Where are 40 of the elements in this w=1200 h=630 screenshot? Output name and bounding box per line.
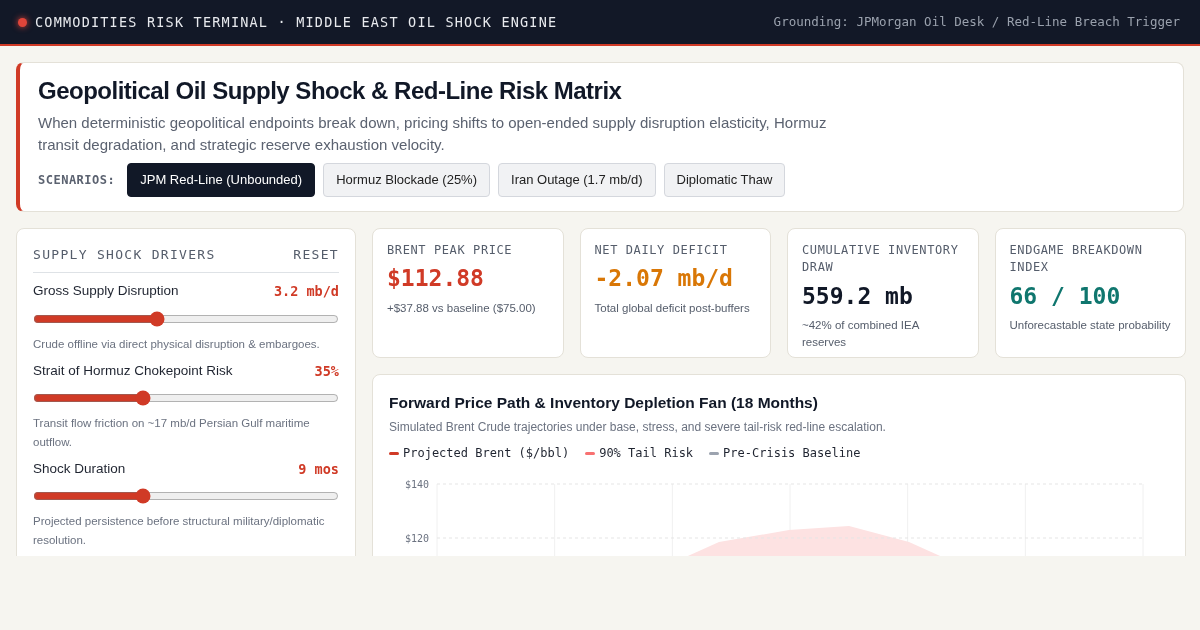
grounding-text: Grounding: JPMorgan Oil Desk / Red-Line Breach Trigger xyxy=(773,12,1180,31)
y-axis-label: $120 xyxy=(404,533,429,545)
kpi-note: ~42% of combined IEA reserves xyxy=(802,318,921,351)
chart-title: Forward Price Path & Inventory Depletion Fan (18 Months) xyxy=(389,392,819,413)
app-title: COMMODITIES RISK TERMINAL · MIDDLE EAST OIL SHOCK ENGINE xyxy=(35,12,558,32)
kpi-note: Total global deficit post-buffers xyxy=(594,300,751,316)
kpi-value: 559.2 mb xyxy=(802,281,914,311)
page-description: When deterministic geopolitical endpoints break down, pricing shifts to open-ended supply disruption elasticity, Hormuz transit degradation, and strategic reserve exhaustion velocity. xyxy=(38,112,828,155)
chart-subtitle: Simulated Brent Crude trajectories under base, stress, and severe tail-risk red-line escalation. xyxy=(389,419,887,437)
scenario-tab[interactable]: Iran Outage (1.7 mb/d) xyxy=(498,163,656,197)
page-title: Geopolitical Oil Supply Shock & Red-Line Risk Matrix xyxy=(38,77,623,106)
slider-note: Transit flow friction on ~17 mb/d Persian Gulf maritime outflow. xyxy=(33,416,311,450)
status-dot-icon xyxy=(18,17,27,27)
panel-title: SUPPLY SHOCK DRIVERS xyxy=(33,245,216,264)
slider-label: Gross Supply Disruption xyxy=(33,282,179,301)
legend-label: Pre-Crisis Baseline xyxy=(723,445,861,463)
kpi-label: ENDGAME BREAKDOWN INDEX xyxy=(1009,241,1144,277)
kpi-note: +$37.88 vs baseline ($75.00) xyxy=(387,300,537,316)
slider-reading: 9 mos xyxy=(298,459,339,479)
slider-note: Projected persistence before structural military/diplomatic resolution. xyxy=(33,514,326,548)
slider-reading: 3.2 mb/d xyxy=(273,282,339,302)
kpi-note: Unforecastable state probability xyxy=(1009,318,1171,334)
y-axis-label: $140 xyxy=(404,479,429,491)
kpi-value: 66 / 100 xyxy=(1009,281,1122,311)
kpi-label: NET DAILY DEFICIT xyxy=(594,241,729,259)
legend-label: Projected Brent ($/bbl) xyxy=(403,445,570,463)
kpi-value: -2.07 mb/d xyxy=(594,264,734,294)
slider-label: Shock Duration xyxy=(33,459,126,478)
scenario-tab[interactable]: Diplomatic Thaw xyxy=(663,163,786,197)
reset-link[interactable]: RESET xyxy=(293,244,339,265)
slider-label: Strait of Hormuz Chokepoint Risk xyxy=(33,361,233,380)
scenarios-label: SCENARIOS: xyxy=(38,172,116,190)
slider-reading: 35% xyxy=(314,361,339,381)
kpi-label: BRENT PEAK PRICE xyxy=(387,241,514,259)
scenario-tab[interactable]: Hormuz Blockade (25%) xyxy=(323,163,490,197)
kpi-value: $112.88 xyxy=(387,264,485,294)
slider-note: Crude offline via direct physical disruption & embargoes. xyxy=(33,336,321,352)
kpi-label: CUMULATIVE INVENTORY DRAW xyxy=(802,241,960,277)
scenario-tab[interactable]: JPM Red-Line (Unbounded) xyxy=(127,163,316,197)
legend-label: 90% Tail Risk xyxy=(599,445,694,463)
